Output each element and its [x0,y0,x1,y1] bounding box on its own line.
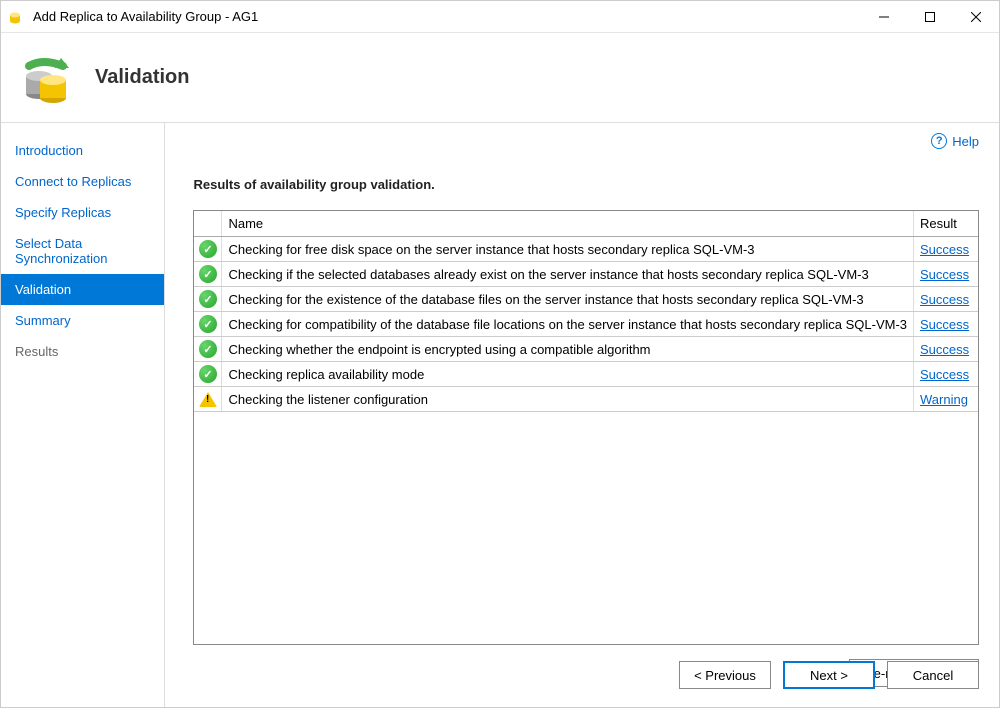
success-icon [194,287,222,311]
result-link[interactable]: Success [920,292,969,307]
sidebar-item-introduction[interactable]: Introduction [1,135,164,166]
result-link[interactable]: Success [920,242,969,257]
maximize-button[interactable] [907,1,953,33]
table-row[interactable]: Checking whether the endpoint is encrypt… [194,337,978,362]
row-result: Success [914,362,978,386]
main-area: IntroductionConnect to ReplicasSpecify R… [1,123,999,707]
row-result: Success [914,237,978,261]
row-name: Checking replica availability mode [222,362,914,386]
database-icon [19,50,75,106]
next-button[interactable]: Next > [783,661,875,689]
success-icon [194,312,222,336]
sidebar-item-select-data-synchronization[interactable]: Select Data Synchronization [1,228,164,274]
window-controls [861,1,999,33]
table-row[interactable]: Checking for free disk space on the serv… [194,237,978,262]
row-result: Warning [914,387,978,411]
validation-table: Name Result Checking for free disk space… [193,210,979,645]
row-name: Checking for the existence of the databa… [222,287,914,311]
warning-icon [194,387,222,411]
header-result-col[interactable]: Result [914,211,978,236]
success-icon [194,362,222,386]
sidebar-item-validation[interactable]: Validation [1,274,164,305]
success-icon [194,262,222,286]
result-link[interactable]: Success [920,267,969,282]
row-name: Checking for free disk space on the serv… [222,237,914,261]
sidebar-item-results[interactable]: Results [1,336,164,367]
row-result: Success [914,337,978,361]
sidebar-item-summary[interactable]: Summary [1,305,164,336]
row-name: Checking if the selected databases alrea… [222,262,914,286]
sidebar-item-connect-to-replicas[interactable]: Connect to Replicas [1,166,164,197]
success-icon [194,237,222,261]
table-row[interactable]: Checking for the existence of the databa… [194,287,978,312]
table-row[interactable]: Checking if the selected databases alrea… [194,262,978,287]
row-name: Checking for compatibility of the databa… [222,312,914,336]
table-row[interactable]: Checking replica availability mode Succes… [194,362,978,387]
page-title: Validation [95,66,189,89]
table-header-row: Name Result [194,211,978,237]
result-link[interactable]: Success [920,342,969,357]
result-link[interactable]: Success [920,367,969,382]
table-body: Checking for free disk space on the serv… [194,237,978,412]
sidebar-item-specify-replicas[interactable]: Specify Replicas [1,197,164,228]
titlebar: Add Replica to Availability Group - AG1 [1,1,999,33]
help-label: Help [952,134,979,149]
success-icon [194,337,222,361]
row-name: Checking the listener configuration [222,387,914,411]
header-name-col[interactable]: Name [222,211,914,236]
results-heading: Results of availability group validation… [193,177,979,192]
help-link[interactable]: ? Help [931,133,979,149]
result-link[interactable]: Warning [920,392,968,407]
previous-button[interactable]: < Previous [679,661,771,689]
window-title: Add Replica to Availability Group - AG1 [33,9,861,24]
header-icon-col [194,211,222,236]
content-pane: ? Help Results of availability group val… [165,123,999,707]
row-result: Success [914,312,978,336]
row-result: Success [914,262,978,286]
row-result: Success [914,287,978,311]
minimize-button[interactable] [861,1,907,33]
page-header: Validation [1,33,999,123]
row-name: Checking whether the endpoint is encrypt… [222,337,914,361]
table-row[interactable]: Checking the listener configuration Warni… [194,387,978,412]
result-link[interactable]: Success [920,317,969,332]
wizard-footer-buttons: < Previous Next > Cancel [679,661,979,689]
wizard-sidebar: IntroductionConnect to ReplicasSpecify R… [1,123,165,707]
table-row[interactable]: Checking for compatibility of the databa… [194,312,978,337]
app-icon [9,9,25,25]
help-icon: ? [931,133,947,149]
close-button[interactable] [953,1,999,33]
cancel-button[interactable]: Cancel [887,661,979,689]
